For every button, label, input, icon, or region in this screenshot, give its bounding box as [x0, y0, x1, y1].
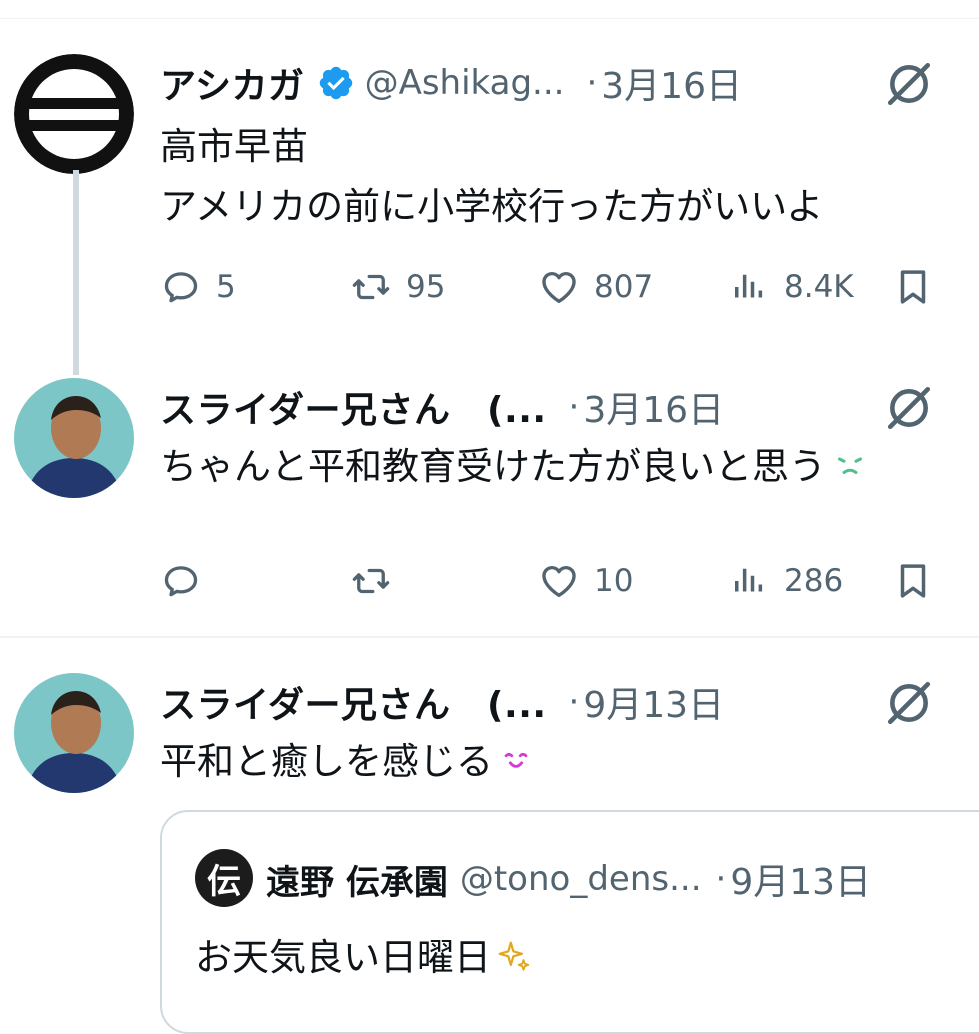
thread-line [73, 170, 79, 375]
display-name[interactable]: スライダー兄さん (... [160, 676, 547, 728]
avatar[interactable] [14, 378, 134, 498]
reply-icon [160, 560, 202, 602]
tweet-header: スライダー兄さん (... · 9月13日 [160, 676, 724, 728]
like-icon [538, 560, 580, 602]
tweet-text: 平和と癒しを感じる [160, 732, 533, 792]
reply-count: 5 [216, 269, 236, 305]
like-count: 807 [594, 269, 654, 305]
repost-count: 95 [406, 269, 446, 305]
views-icon [728, 560, 770, 602]
smiling-emoji-icon [504, 752, 528, 768]
timestamp[interactable]: 9月13日 [583, 676, 724, 728]
views-icon [728, 266, 770, 308]
views-count: 286 [784, 563, 844, 599]
logo-avatar-icon [14, 54, 134, 174]
tweet-text: ちゃんと平和教育受けた方が良いと思う [160, 437, 868, 497]
tweet-divider [0, 636, 979, 638]
views-button[interactable]: 286 [728, 560, 843, 602]
tweet-text: 高市早苗 アメリカの前に小学校行った方がいいよ [160, 117, 823, 237]
quote-timestamp[interactable]: 9月13日 [730, 853, 871, 905]
tweet-text-line: ちゃんと平和教育受けた方が良いと思う [160, 445, 826, 488]
person-avatar-icon [14, 378, 134, 498]
crying-emoji-icon [838, 457, 862, 474]
quote-display-name[interactable]: 遠野 伝承園 [266, 855, 448, 904]
tweet-header: スライダー兄さん (... · 3月16日 [160, 381, 724, 433]
display-name[interactable]: スライダー兄さん (... [160, 381, 547, 433]
repost-button[interactable]: 95 [350, 266, 445, 308]
grok-icon[interactable] [884, 59, 934, 109]
verified-badge-icon [317, 64, 355, 102]
bookmark-icon [892, 266, 934, 308]
separator: · [586, 63, 598, 103]
quote-text: お天気良い日曜日 [195, 930, 533, 986]
quoted-tweet[interactable] [160, 810, 979, 1034]
person-avatar-icon [14, 673, 134, 793]
grok-icon[interactable] [884, 383, 934, 433]
username[interactable]: @Ashikag... [365, 63, 565, 103]
like-icon [538, 266, 580, 308]
like-count: 10 [594, 563, 634, 599]
repost-icon [350, 266, 392, 308]
quote-avatar[interactable]: 伝 [195, 849, 253, 907]
separator: · [715, 859, 727, 899]
reply-button[interactable] [160, 560, 216, 602]
reply-button[interactable]: 5 [160, 266, 236, 308]
sparkles-emoji-icon [498, 941, 530, 971]
top-divider [0, 18, 979, 19]
timestamp[interactable]: 3月16日 [601, 57, 742, 109]
timestamp[interactable]: 3月16日 [583, 381, 724, 433]
views-button[interactable]: 8.4K [728, 266, 854, 308]
like-button[interactable]: 807 [538, 266, 653, 308]
repost-icon [350, 560, 392, 602]
bookmark-icon [892, 560, 934, 602]
quote-text-line: お天気良い日曜日 [195, 936, 491, 979]
display-name[interactable]: アシカガ [160, 57, 305, 109]
avatar[interactable] [14, 54, 134, 174]
quote-username[interactable]: @tono_dens... [460, 859, 702, 899]
quote-header: 遠野 伝承園 @tono_dens... · 9月13日 [266, 855, 871, 903]
tweet-text-line: アメリカの前に小学校行った方がいいよ [160, 185, 824, 228]
tweet-text-line: 高市早苗 [160, 125, 308, 168]
separator: · [568, 387, 580, 427]
grok-icon[interactable] [884, 678, 934, 728]
repost-button[interactable] [350, 560, 406, 602]
tweet-header: アシカガ @Ashikag... · 3月16日 [160, 57, 742, 109]
bookmark-button[interactable] [892, 560, 948, 602]
avatar[interactable] [14, 673, 134, 793]
views-count: 8.4K [784, 269, 854, 305]
reply-icon [160, 266, 202, 308]
bookmark-button[interactable] [892, 266, 948, 308]
separator: · [568, 682, 580, 722]
tweet-text-line: 平和と癒しを感じる [160, 740, 493, 783]
like-button[interactable]: 10 [538, 560, 633, 602]
